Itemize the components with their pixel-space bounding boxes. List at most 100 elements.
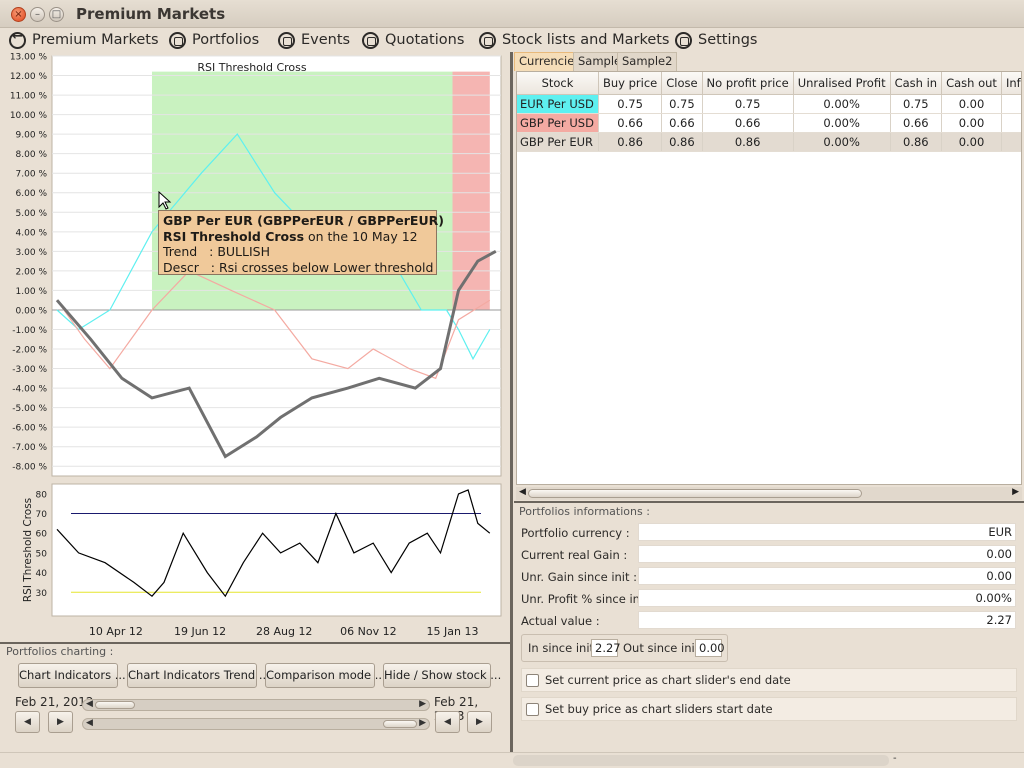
col-cash-in[interactable]: Cash in [890, 72, 943, 95]
y-tick-label: 8.00 % [16, 150, 48, 160]
start-date-checkbox[interactable] [526, 703, 539, 716]
out-since-value: 0.00 [695, 639, 725, 657]
cell-stock[interactable]: GBP Per EUR [517, 132, 599, 152]
menu-premium-markets[interactable]: Premium Markets [9, 29, 159, 50]
scroll-right-icon[interactable]: ▶ [1012, 487, 1019, 497]
tooltip-stock: GBP Per EUR (GBPPerEUR / GBPPerEUR) [163, 213, 444, 228]
hide-show-stock-button[interactable]: Hide / Show stock ... [383, 663, 501, 688]
signal-band-bearish [452, 71, 490, 310]
window-maximize-button[interactable]: □ [49, 7, 64, 22]
cell-buy-price[interactable]: 0.75 [598, 94, 663, 114]
scroll-left-icon[interactable]: ◀ [519, 487, 526, 497]
menu-portfolios[interactable]: Portfolios [169, 30, 259, 50]
end-date-checkbox-label[interactable]: Set current price as chart slider's end … [545, 673, 791, 687]
y-tick-label: 9.00 % [16, 131, 48, 141]
menu-label: Premium Markets [32, 32, 159, 48]
cell-cash-out[interactable]: 0.00 [941, 94, 1002, 114]
table-row[interactable]: GBP Per EUR0.860.860.860.00%0.860.000.00… [517, 132, 1021, 152]
actual-value-value: 2.27 [638, 611, 1016, 629]
start-next-button[interactable]: ▶ [48, 711, 73, 733]
window-minimize-button[interactable]: – [30, 7, 45, 22]
tab-sample2[interactable]: Sample2 [617, 52, 678, 71]
cell-cash-in[interactable]: 0.75 [890, 94, 943, 114]
end-date-checkbox[interactable] [526, 674, 539, 687]
cell-stock[interactable]: GBP Per USD [517, 113, 599, 133]
rsi-y-tick-label: 70 [36, 510, 48, 520]
cell-no-profit-price[interactable]: 0.75 [702, 94, 794, 114]
col-close[interactable]: Close [661, 72, 703, 95]
col-cash-out[interactable]: Cash out [941, 72, 1002, 95]
start-date-checkbox-row[interactable]: Set buy price as chart sliders start dat… [521, 697, 1017, 721]
start-date-slider[interactable]: ◀ ▶ [82, 699, 430, 711]
menu-events[interactable]: Events [278, 30, 350, 50]
charting-label: Portfolios charting : [6, 645, 114, 658]
col-no-profit-price[interactable]: No profit price [702, 72, 794, 95]
menu-bar: Premium Markets Portfolios Events Quotat… [0, 28, 1024, 52]
cell-close[interactable]: 0.75 [661, 94, 703, 114]
cell-inflated-profit[interactable]: 0.00% [1001, 94, 1021, 114]
cell-cash-in[interactable]: 0.66 [890, 113, 943, 133]
y-tick-label: 10.00 % [10, 111, 48, 121]
start-prev-button[interactable]: ◀ [15, 711, 40, 733]
y-tick-label: 11.00 % [10, 92, 48, 102]
cell-inflated-profit[interactable]: 0.00% [1001, 132, 1021, 152]
rsi-y-tick-label: 30 [36, 589, 48, 599]
menu-settings[interactable]: Settings [675, 30, 757, 50]
col-buy-price[interactable]: Buy price [598, 72, 663, 95]
unr-gain-label: Unr. Gain since init : [521, 570, 638, 584]
cell-unrealised-profit[interactable]: 0.00% [793, 113, 891, 133]
y-tick-label: -7.00 % [12, 443, 47, 453]
y-tick-label: -8.00 % [12, 463, 47, 473]
table-row[interactable]: EUR Per USD0.750.750.750.00%0.750.000.00… [517, 94, 1021, 114]
title-bar: × – □ Premium Markets [0, 0, 1024, 28]
col-stock[interactable]: Stock [517, 72, 599, 95]
end-date-checkbox-row[interactable]: Set current price as chart slider's end … [521, 668, 1017, 692]
cell-unrealised-profit[interactable]: 0.00% [793, 132, 891, 152]
menu-quotations[interactable]: Quotations [362, 30, 464, 50]
rsi-y-tick-label: 80 [36, 490, 48, 500]
cell-buy-price[interactable]: 0.66 [598, 113, 663, 133]
current-real-gain-label: Current real Gain : [521, 548, 628, 562]
x-tick-label: 19 Jun 12 [174, 625, 226, 638]
y-tick-label: 5.00 % [16, 209, 48, 219]
window-close-button[interactable]: × [11, 7, 26, 22]
cell-inflated-profit[interactable]: 0.00% [1001, 113, 1021, 133]
table-row[interactable]: GBP Per USD0.660.660.660.00%0.660.000.00… [517, 113, 1021, 133]
info-separator[interactable] [514, 501, 1024, 503]
cell-no-profit-price[interactable]: 0.66 [702, 113, 794, 133]
unr-profit-label: Unr. Profit % since init : [521, 592, 656, 606]
y-tick-label: 2.00 % [16, 267, 48, 277]
cell-close[interactable]: 0.66 [661, 113, 703, 133]
cell-unrealised-profit[interactable]: 0.00% [793, 94, 891, 114]
rsi-chart[interactable]: 80 70 60 50 40 30 10 Apr 12 19 Jun 12 28 Aug 12 0… [0, 482, 510, 640]
tooltip-indicator: RSI Threshold Cross [163, 228, 305, 244]
end-date-slider[interactable]: ◀ ▶ [82, 718, 430, 730]
cell-cash-in[interactable]: 0.86 [890, 132, 943, 152]
cell-no-profit-price[interactable]: 0.86 [702, 132, 794, 152]
cell-cash-out[interactable]: 0.00 [941, 132, 1002, 152]
menu-label: Portfolios [192, 32, 260, 48]
end-prev-button[interactable]: ◀ [435, 711, 460, 733]
table-horizontal-scrollbar[interactable]: ◀ ▶ [516, 487, 1022, 500]
cell-cash-out[interactable]: 0.00 [941, 113, 1002, 133]
end-slider-thumb[interactable] [383, 720, 417, 728]
start-date-checkbox-label[interactable]: Set buy price as chart sliders start dat… [545, 702, 773, 716]
col-unrealised-profit[interactable]: Unralised Profit [793, 72, 891, 95]
signal-tooltip: GBP Per EUR (GBPPerEUR / GBPPerEUR) RSI T… [158, 210, 444, 275]
cell-stock[interactable]: EUR Per USD [517, 94, 599, 114]
y-tick-label: 13.00 % [10, 53, 48, 63]
comparison-mode-button[interactable]: Comparison mode ... [265, 663, 386, 688]
start-slider-thumb[interactable] [95, 701, 135, 709]
cell-buy-price[interactable]: 0.86 [598, 132, 663, 152]
panel-divider[interactable] [510, 52, 513, 752]
y-tick-label: 12.00 % [10, 72, 48, 82]
chart-indicators-button[interactable]: Chart Indicators ... [18, 663, 126, 688]
cell-close[interactable]: 0.86 [661, 132, 703, 152]
end-next-button[interactable]: ▶ [467, 711, 492, 733]
col-inflated-profit[interactable]: Inflated Profit [1001, 72, 1021, 95]
table-scroll-thumb[interactable] [528, 489, 862, 498]
window-title: Premium Markets [76, 5, 226, 23]
menu-stock-lists[interactable]: Stock lists and Markets [479, 30, 670, 50]
stock-list-icon [479, 31, 496, 49]
chart-indicators-trend-button[interactable]: Chart Indicators Trend ... [127, 663, 270, 688]
